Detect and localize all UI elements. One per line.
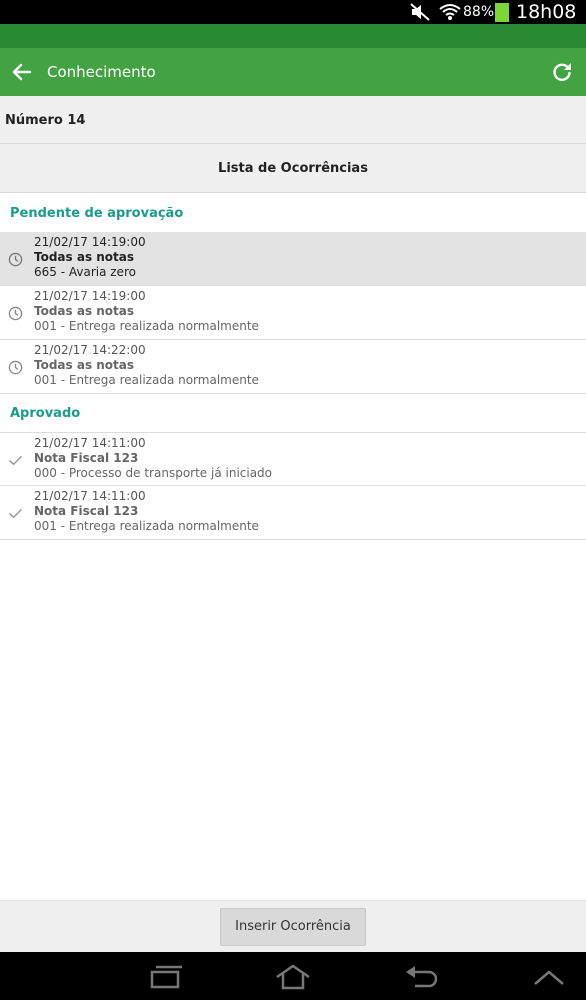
document-number-row: Número 14 [0,96,586,144]
list-item[interactable]: 21/02/17 14:19:00 Todas as notas 665 - A… [0,232,586,286]
item-description: 000 - Processo de transporte já iniciado [34,466,273,480]
battery-icon [495,3,509,22]
check-icon [9,456,22,465]
bottom-action-bar: Inserir Ocorrência [0,900,586,952]
toolbar: Conhecimento [0,48,586,96]
item-description: 665 - Avaria zero [34,265,136,279]
item-description: 001 - Entrega realizada normalmente [34,319,259,333]
item-title: Todas as notas [34,250,135,264]
chevron-up-icon[interactable] [531,964,567,990]
section-header-approved: Aprovado [10,406,81,421]
list-item[interactable]: 21/02/17 14:22:00 Todas as notas 001 - E… [0,340,586,394]
page-title: Conhecimento [47,63,156,81]
check-icon [9,509,22,518]
system-nav-bar [0,952,586,1000]
document-number: Número 14 [5,113,86,128]
refresh-icon[interactable] [550,60,574,84]
insert-occurrence-button[interactable]: Inserir Ocorrência [220,908,366,946]
item-date: 21/02/17 14:11:00 [34,436,146,450]
list-item[interactable]: 21/02/17 14:19:00 Todas as notas 001 - E… [0,286,586,340]
status-bar: 88% 18h08 [0,0,586,24]
item-date: 21/02/17 14:11:00 [34,489,146,503]
arrow-left-icon[interactable] [10,60,34,84]
back-icon[interactable] [403,964,439,990]
battery-percent: 88% [463,4,495,20]
home-icon[interactable] [275,964,311,990]
item-title: Todas as notas [34,358,135,372]
section-header-pending: Pendente de aprovação [10,206,184,221]
wifi-icon [439,4,461,20]
item-title: Todas as notas [34,304,135,318]
item-description: 001 - Entrega realizada normalmente [34,519,259,533]
clock-icon [8,306,23,321]
item-date: 21/02/17 14:22:00 [34,343,146,357]
item-title: Nota Fiscal 123 [34,504,139,518]
app-header-strip [0,24,586,48]
list-item[interactable]: 21/02/17 14:11:00 Nota Fiscal 123 001 - … [0,486,586,540]
item-description: 001 - Entrega realizada normalmente [34,373,259,387]
recent-apps-icon[interactable] [148,964,184,990]
clock-icon [8,360,23,375]
mute-icon [410,3,430,21]
list-title: Lista de Ocorrências [218,161,368,176]
clock-icon [8,252,23,267]
item-date: 21/02/17 14:19:00 [34,235,146,249]
list-header: Lista de Ocorrências [0,144,586,193]
status-time: 18h08 [516,1,577,23]
list-item[interactable]: 21/02/17 14:11:00 Nota Fiscal 123 000 - … [0,432,586,486]
item-date: 21/02/17 14:19:00 [34,289,146,303]
item-title: Nota Fiscal 123 [34,451,139,465]
